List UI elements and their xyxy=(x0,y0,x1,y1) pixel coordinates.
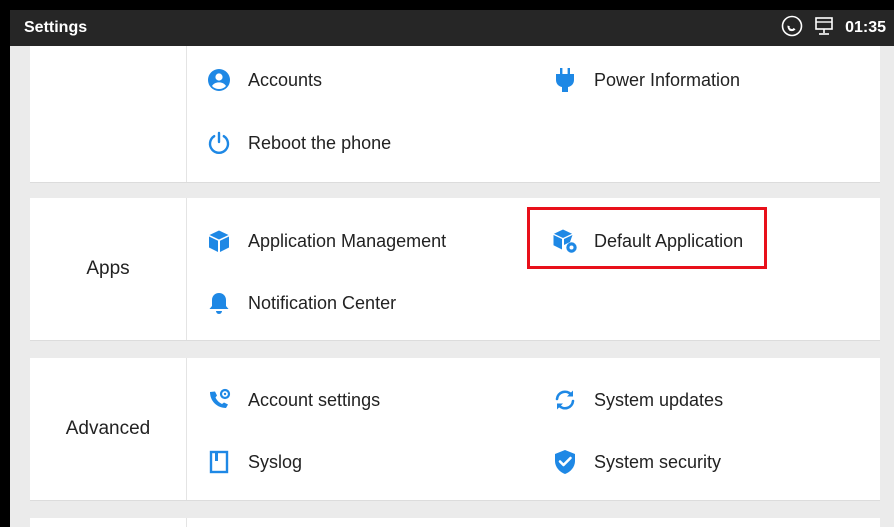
settings-card-next xyxy=(30,518,880,527)
clock: 01:35 xyxy=(845,19,886,36)
syslog-label: Syslog xyxy=(248,451,303,472)
application-management-label: Application Management xyxy=(248,230,447,251)
page-title: Settings xyxy=(24,19,88,36)
account-settings-item[interactable]: Account settings xyxy=(206,380,380,420)
section-label xyxy=(30,46,187,182)
settings-card-advanced: Advanced Account settings System updates… xyxy=(30,358,880,501)
sync-icon xyxy=(552,387,578,413)
power-information-label: Power Information xyxy=(594,69,741,90)
shield-check-icon xyxy=(552,449,578,475)
system-updates-label: System updates xyxy=(594,389,724,410)
call-status-icon xyxy=(781,15,803,42)
reboot-label: Reboot the phone xyxy=(248,132,392,153)
section-label-advanced: Advanced xyxy=(30,358,187,500)
account-settings-label: Account settings xyxy=(248,389,381,410)
reboot-item[interactable]: Reboot the phone xyxy=(206,123,391,163)
system-security-item[interactable]: System security xyxy=(552,442,721,482)
section-label-apps: Apps xyxy=(30,198,187,340)
system-security-label: System security xyxy=(594,451,722,472)
status-icons: 01:35 xyxy=(781,10,886,46)
section-label-next xyxy=(30,518,187,527)
application-management-item[interactable]: Application Management xyxy=(206,221,446,261)
notification-center-item[interactable]: Notification Center xyxy=(206,283,396,323)
power-plug-icon xyxy=(552,67,578,93)
title-bar: Settings 01:35 xyxy=(10,10,894,46)
power-information-item[interactable]: Power Information xyxy=(552,60,740,100)
accounts-label: Accounts xyxy=(248,69,323,90)
phone-gear-icon xyxy=(206,387,232,413)
box-icon xyxy=(206,228,232,254)
syslog-item[interactable]: Syslog xyxy=(206,442,302,482)
settings-card-general: Accounts Power Information Reboot the ph… xyxy=(30,46,880,183)
bell-icon xyxy=(206,290,232,316)
highlight-box xyxy=(527,207,767,269)
accounts-item[interactable]: Accounts xyxy=(206,60,322,100)
network-icon xyxy=(813,16,835,41)
account-circle-icon xyxy=(206,67,232,93)
power-icon xyxy=(206,130,232,156)
notification-center-label: Notification Center xyxy=(248,292,397,313)
book-icon xyxy=(206,449,232,475)
system-updates-item[interactable]: System updates xyxy=(552,380,723,420)
